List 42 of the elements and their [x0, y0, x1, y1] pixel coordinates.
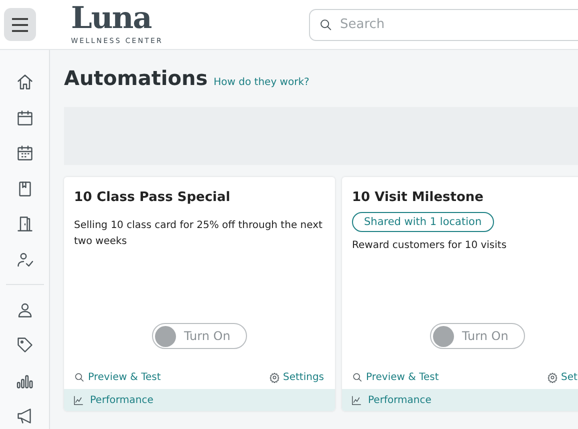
preview-link[interactable]: Preview & Test	[74, 372, 269, 382]
performance-link[interactable]: Performance	[64, 389, 335, 411]
door-icon	[16, 215, 34, 233]
card-title: 10 Class Pass Special	[74, 190, 232, 205]
logo: Luna	[71, 4, 152, 32]
gear-icon	[269, 372, 280, 382]
line-chart-icon	[351, 394, 362, 406]
menu-button[interactable]	[4, 8, 36, 41]
card-description: Reward customers for 10 visits	[352, 239, 508, 253]
megaphone-icon	[16, 407, 34, 425]
line-chart-icon	[73, 394, 84, 406]
settings-link[interactable]: Set	[547, 372, 578, 382]
sidebar-item[interactable]	[16, 108, 34, 126]
location-tag: Shared with 1 location	[352, 212, 494, 232]
sidebar-item[interactable]	[16, 144, 34, 162]
calendar-grid-icon	[16, 144, 34, 162]
person-check-icon	[16, 250, 34, 268]
help-link[interactable]: How do they work?	[214, 77, 310, 88]
sidebar-item[interactable]	[16, 250, 34, 268]
menu-icon	[11, 18, 29, 32]
sidebar-item[interactable]	[16, 336, 34, 354]
person-icon	[16, 300, 34, 318]
card-description: Selling 10 class card for 25% off through the next two weeks	[74, 219, 324, 249]
toggle-switch[interactable]: Turn On	[152, 323, 247, 349]
sidebar-item[interactable]	[16, 215, 34, 233]
search-icon	[319, 18, 333, 32]
calendar-icon	[16, 108, 34, 126]
search-icon	[352, 372, 363, 382]
performance-link[interactable]: Performance	[342, 389, 578, 411]
card-title: 10 Visit Milestone	[352, 190, 484, 205]
tag-icon	[16, 336, 34, 354]
sidebar-item[interactable]	[16, 73, 34, 91]
toggle-switch[interactable]: Turn On	[430, 323, 525, 349]
gear-icon	[547, 372, 558, 382]
home-icon	[16, 73, 34, 91]
settings-link[interactable]: Settings	[269, 372, 325, 382]
sidebar-item[interactable]	[16, 407, 34, 425]
sidebar-item[interactable]	[16, 300, 34, 318]
search-field[interactable]: Search	[309, 8, 578, 40]
preview-link[interactable]: Preview & Test	[352, 372, 547, 382]
page-title: Automations	[64, 66, 208, 90]
search-icon	[74, 372, 85, 382]
